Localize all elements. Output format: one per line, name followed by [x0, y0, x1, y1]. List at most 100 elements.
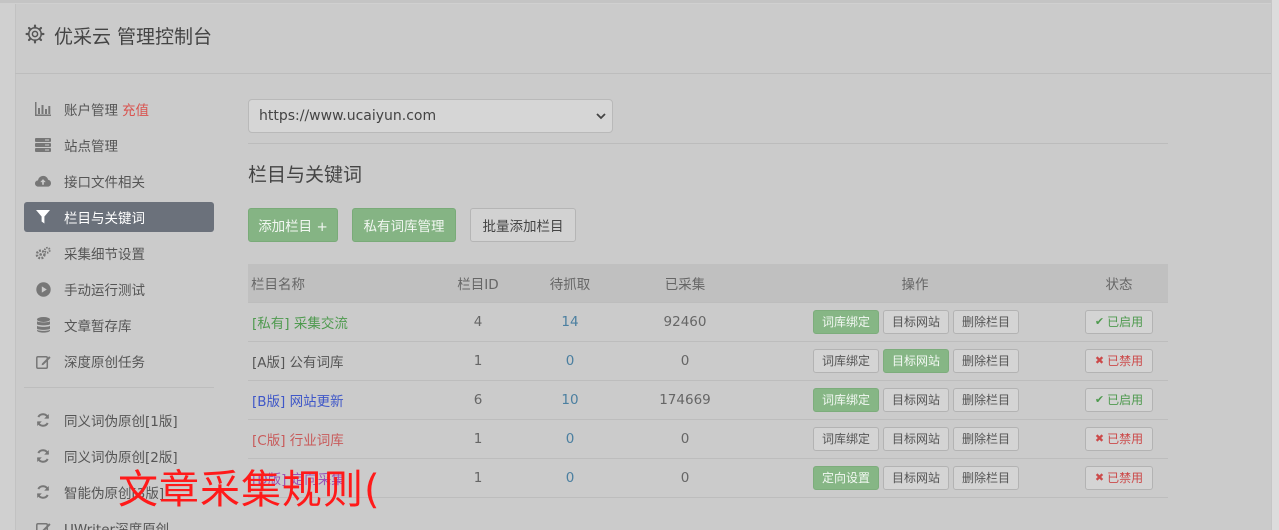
cloud-upload-icon [35, 173, 51, 189]
target-site-button[interactable]: 目标网站 [882, 465, 949, 490]
section-title: 栏目与关键词 [248, 164, 363, 186]
column-id: 1 [426, 418, 530, 458]
right-edge [1271, 0, 1279, 530]
status-cell: ✖ 已禁用 [1070, 457, 1168, 498]
batch-add-column-button[interactable]: 批量添加栏目 [470, 208, 576, 242]
table-row: [C版] 行业词库 1 0 0 词库绑定 目标网站 删除栏目 ✖ 已禁用 [248, 418, 1168, 458]
sidebar-item-columns-keywords[interactable]: 栏目与关键词 [24, 202, 214, 232]
table-header-row: 栏目名称 栏目ID 待抓取 已采集 操作 状态 [248, 264, 1168, 302]
actions-cell: 词库绑定 目标网站 删除栏目 [760, 418, 1070, 458]
column-name-link[interactable]: [C版] 行业词库 [248, 418, 426, 458]
pending-count-link[interactable]: 0 [530, 457, 610, 498]
top-border [0, 0, 1279, 3]
sidebar-item-label: UWriter深度原创 [64, 522, 170, 530]
recharge-link[interactable]: 充值 [122, 99, 149, 119]
sidebar-item-label: 接口文件相关 [64, 175, 145, 191]
target-site-button[interactable]: 目标网站 [882, 348, 949, 373]
column-id: 1 [426, 340, 530, 380]
sidebar-item-uwriter[interactable]: UWriter深度原创 [24, 513, 214, 530]
database-icon [35, 317, 51, 333]
sidebar-item-interface-files[interactable]: 接口文件相关 [24, 166, 214, 196]
target-site-button[interactable]: 目标网站 [882, 426, 949, 451]
status-label: 已启用 [1107, 315, 1144, 329]
sidebar-item-label: 采集细节设置 [64, 247, 145, 263]
pending-count-link[interactable]: 0 [530, 340, 610, 380]
bar-chart-icon [35, 101, 51, 117]
lexicon-bind-button[interactable]: 词库绑定 [812, 426, 879, 451]
status-cell: ✔ 已启用 [1070, 379, 1168, 419]
status-toggle-button[interactable]: ✔ 已启用 [1084, 387, 1154, 412]
delete-column-button[interactable]: 删除栏目 [953, 387, 1020, 412]
column-name-link[interactable]: [B版] 网站更新 [248, 379, 426, 419]
check-icon: ✔ [1094, 393, 1105, 406]
status-label: 已启用 [1107, 393, 1144, 407]
target-site-button[interactable]: 目标网站 [882, 309, 949, 334]
sidebar-item-account[interactable]: 账户管理 充值 [24, 94, 214, 124]
lexicon-bind-button[interactable]: 词库绑定 [812, 387, 879, 412]
target-site-button[interactable]: 目标网站 [882, 387, 949, 412]
column-name-link[interactable]: [私有] 采集交流 [248, 301, 426, 341]
filter-icon [35, 209, 51, 225]
collected-count: 92460 [610, 301, 760, 341]
refresh-icon [35, 448, 51, 464]
sidebar-item-manual-run[interactable]: 手动运行测试 [24, 274, 214, 304]
status-label: 已禁用 [1107, 432, 1144, 446]
sidebar-divider [24, 387, 214, 388]
status-toggle-button[interactable]: ✖ 已禁用 [1084, 465, 1154, 490]
collected-count: 174669 [610, 379, 760, 419]
edit-icon [35, 520, 51, 530]
overlay-caption: 文章采集规则( [118, 467, 381, 513]
close-icon: ✖ [1094, 471, 1105, 484]
column-id: 1 [426, 457, 530, 498]
private-lexicon-button[interactable]: 私有词库管理 [352, 208, 456, 242]
actions-cell: 词库绑定 目标网站 删除栏目 [760, 301, 1070, 341]
refresh-icon [35, 412, 51, 428]
sidebar-item-collect-settings[interactable]: 采集细节设置 [24, 238, 214, 268]
status-cell: ✖ 已禁用 [1070, 340, 1168, 380]
sidebar-item-label: 站点管理 [64, 139, 118, 155]
col-header-pending: 待抓取 [530, 264, 610, 302]
sidebar-item-sites[interactable]: 站点管理 [24, 130, 214, 160]
sidebar-item-article-storage[interactable]: 文章暂存库 [24, 310, 214, 340]
column-name-link[interactable]: [A版] 公有词库 [248, 340, 426, 380]
delete-column-button[interactable]: 删除栏目 [953, 465, 1020, 490]
sidebar-item-label: 账户管理 [64, 103, 118, 119]
pending-count-link[interactable]: 10 [530, 379, 610, 419]
columns-table: 栏目名称 栏目ID 待抓取 已采集 操作 状态 [私有] 采集交流 4 14 9246… [248, 264, 1168, 498]
site-select[interactable]: https://www.ucaiyun.com [248, 99, 613, 133]
play-circle-icon [35, 281, 51, 297]
divider [248, 143, 1168, 144]
sidebar-item-deep-original[interactable]: 深度原创任务 [24, 346, 214, 376]
delete-column-button[interactable]: 删除栏目 [953, 309, 1020, 334]
actions-cell: 词库绑定 目标网站 删除栏目 [760, 340, 1070, 380]
lexicon-bind-button[interactable]: 定向设置 [812, 465, 879, 490]
collected-count: 0 [610, 457, 760, 498]
add-column-button[interactable]: 添加栏目 + [248, 208, 338, 242]
column-id: 4 [426, 301, 530, 341]
table-row: [私有] 采集交流 4 14 92460 词库绑定 目标网站 删除栏目 ✔ 已启用 [248, 301, 1168, 341]
pending-count-link[interactable]: 14 [530, 301, 610, 341]
collected-count: 0 [610, 418, 760, 458]
gears-icon [35, 245, 51, 261]
column-id: 6 [426, 379, 530, 419]
col-header-status: 状态 [1070, 264, 1168, 302]
sidebar-item-label: 手动运行测试 [64, 283, 145, 299]
delete-column-button[interactable]: 删除栏目 [953, 426, 1020, 451]
status-cell: ✖ 已禁用 [1070, 418, 1168, 458]
close-icon: ✖ [1094, 354, 1105, 367]
table-row: [B版] 网站更新 6 10 174669 词库绑定 目标网站 删除栏目 ✔ 已启用 [248, 379, 1168, 419]
sidebar-item-synonym-v1[interactable]: 同义词伪原创[1版] [24, 405, 214, 435]
lexicon-bind-button[interactable]: 词库绑定 [812, 348, 879, 373]
pending-count-link[interactable]: 0 [530, 418, 610, 458]
table-row: [A版] 公有词库 1 0 0 词库绑定 目标网站 删除栏目 ✖ 已禁用 [248, 340, 1168, 380]
edit-icon [35, 353, 51, 369]
delete-column-button[interactable]: 删除栏目 [953, 348, 1020, 373]
site-select-value: https://www.ucaiyun.com [259, 108, 437, 124]
status-toggle-button[interactable]: ✖ 已禁用 [1084, 426, 1154, 451]
lexicon-bind-button[interactable]: 词库绑定 [812, 309, 879, 334]
status-toggle-button[interactable]: ✔ 已启用 [1084, 309, 1154, 334]
page-header: 优采云 管理控制台 [15, 4, 1271, 74]
status-toggle-button[interactable]: ✖ 已禁用 [1084, 348, 1154, 373]
status-label: 已禁用 [1107, 471, 1144, 485]
collected-count: 0 [610, 340, 760, 380]
